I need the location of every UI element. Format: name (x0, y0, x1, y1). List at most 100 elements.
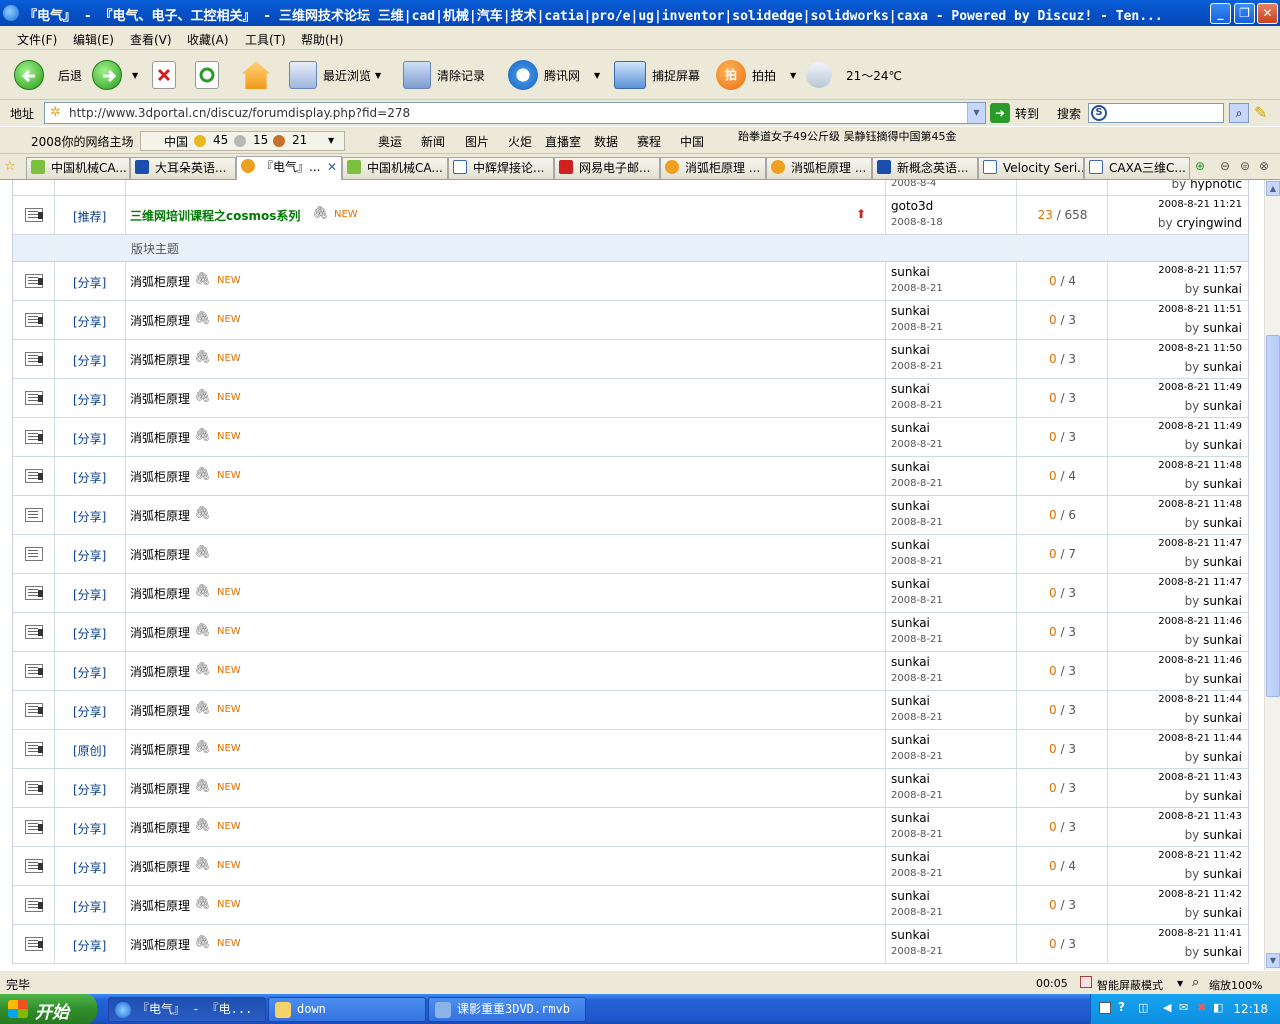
table-row[interactable]: [原创] 消弧柜原理 🖇 NEW sunkai 2008-8-21 0 / 3 2008-8-… (12, 730, 1249, 769)
thread-type[interactable]: [分享] (73, 898, 106, 915)
close-all-tabs-icon[interactable]: ⊗ (1259, 159, 1269, 173)
tray-app-icon[interactable] (1099, 1002, 1111, 1014)
new-tab-icon[interactable]: ⊕ (1195, 159, 1205, 173)
paipai-dropdown-icon[interactable]: ▼ (790, 71, 796, 80)
table-row[interactable]: [分享] 消弧柜原理 🖇 NEW sunkai 2008-8-21 0 / 4 2008-8-… (12, 847, 1249, 886)
tab-item[interactable]: 中国机械CA... (26, 157, 130, 179)
start-button[interactable]: 开始 (0, 994, 97, 1024)
last-post-by[interactable]: by sunkai (1185, 360, 1242, 374)
thread-subject-link[interactable]: 消弧柜原理 (130, 390, 190, 407)
last-post-by[interactable]: by sunkai (1185, 399, 1242, 413)
thread-subject-link[interactable]: 消弧柜原理 (130, 663, 190, 680)
weather-widget[interactable]: 21～24℃ (806, 58, 902, 92)
thread-type[interactable]: [原创] (73, 742, 106, 759)
thread-subject-link[interactable]: 消弧柜原理 (130, 585, 190, 602)
help-icon[interactable]: ? (1118, 1000, 1125, 1014)
link-news[interactable]: 新闻 (421, 133, 445, 150)
link-olympics[interactable]: 奥运 (378, 133, 402, 150)
author-name[interactable]: sunkai (891, 694, 930, 708)
author-name[interactable]: sunkai (891, 889, 930, 903)
author-name[interactable]: sunkai (891, 928, 930, 942)
thread-subject-link[interactable]: 消弧柜原理 (130, 273, 190, 290)
mail-icon[interactable]: ✉ (1179, 1001, 1188, 1014)
author-name[interactable]: sunkai (891, 421, 930, 435)
last-post-by[interactable]: by sunkai (1185, 282, 1242, 296)
author-name[interactable]: sunkai (891, 343, 930, 357)
tencent-dropdown-icon[interactable]: ▼ (594, 71, 600, 80)
table-row[interactable]: [分享] 消弧柜原理 🖇 NEW sunkai 2008-8-21 0 / 3 2008-8-… (12, 691, 1249, 730)
menu-edit[interactable]: 编辑(E) (73, 31, 114, 48)
thread-subject-link[interactable]: 消弧柜原理 (130, 507, 190, 524)
last-post-time[interactable]: 2008-8-21 11:41 (1158, 928, 1242, 939)
last-post-time[interactable]: 2008-8-21 11:49 (1158, 421, 1242, 432)
tab-item[interactable]: 消弧柜原理 ... (766, 157, 872, 179)
zoom-level[interactable]: 缩放100% (1209, 977, 1262, 993)
antivirus-icon[interactable]: ✖ (1197, 1001, 1206, 1014)
table-row[interactable]: [分享] 消弧柜原理 🖇 NEW sunkai 2008-8-21 0 / 3 2008-8-… (12, 769, 1249, 808)
thread-type[interactable]: [分享] (73, 859, 106, 876)
last-post-time[interactable]: 2008-8-21 11:50 (1158, 343, 1242, 354)
scroll-up-arrow-icon[interactable]: ▲ (1266, 181, 1280, 196)
table-row[interactable]: [分享] 消弧柜原理 🖇 NEW sunkai 2008-8-21 0 / 3 2008-8-… (12, 925, 1249, 964)
thread-type[interactable]: [分享] (73, 781, 106, 798)
thread-type[interactable]: [分享] (73, 352, 106, 369)
thread-subject-link[interactable]: 消弧柜原理 (130, 780, 190, 797)
link-data[interactable]: 数据 (594, 133, 618, 150)
thread-type[interactable]: [分享] (73, 469, 106, 486)
thread-subject-link[interactable]: 消弧柜原理 (130, 312, 190, 329)
table-row[interactable]: [分享] 消弧柜原理 🖇 NEW sunkai 2008-8-21 0 / 3 2008-8-… (12, 886, 1249, 925)
last-post-by[interactable]: by sunkai (1185, 906, 1242, 920)
thread-type[interactable]: [分享] (73, 625, 106, 642)
last-post-time[interactable]: 2008-8-21 11:47 (1158, 538, 1242, 549)
recent-browse-button[interactable]: 最近浏览 ▼ (289, 58, 381, 92)
thread-type[interactable]: [分享] (73, 703, 106, 720)
go-arrow-icon[interactable]: ➜ (990, 103, 1010, 123)
tab-item[interactable]: 消弧柜原理 ... (660, 157, 766, 179)
last-post-by[interactable]: by sunkai (1185, 321, 1242, 335)
forward-button[interactable]: ▼ (92, 58, 138, 92)
thread-subject-link[interactable]: 消弧柜原理 (130, 468, 190, 485)
taskbar-item-browser[interactable]: 『电气』 - 『电... (108, 997, 266, 1022)
last-post-by[interactable]: by sunkai (1185, 477, 1242, 491)
volume-icon[interactable]: ◧ (1213, 1001, 1223, 1014)
clear-history-button[interactable]: 清除记录 (403, 58, 485, 92)
last-post-time[interactable]: 2008-8-21 11:42 (1158, 889, 1242, 900)
thread-type[interactable]: [分享] (73, 313, 106, 330)
recent-dropdown-icon[interactable]: ▼ (375, 71, 381, 80)
thread-subject-link[interactable]: 三维网培训课程之cosmos系列 (130, 207, 300, 224)
table-row[interactable]: [分享] 消弧柜原理 🖇 sunkai 2008-8-21 0 / 7 2008-8-21 … (12, 535, 1249, 574)
last-post-by[interactable]: by sunkai (1185, 828, 1242, 842)
thread-type[interactable]: [分享] (73, 937, 106, 954)
last-post-by[interactable]: by sunkai (1185, 633, 1242, 647)
tray-expand-icon[interactable]: ◀ (1163, 1001, 1171, 1014)
last-post-by[interactable]: by sunkai (1185, 867, 1242, 881)
last-post-time[interactable]: 2008-8-21 11:43 (1158, 772, 1242, 783)
table-row[interactable]: [分享] 消弧柜原理 🖇 NEW sunkai 2008-8-21 0 / 3 2008-8-… (12, 301, 1249, 340)
table-row[interactable]: [分享] 消弧柜原理 🖇 NEW sunkai 2008-8-21 0 / 3 2008-8-… (12, 418, 1249, 457)
author-name[interactable]: sunkai (891, 460, 930, 474)
thread-subject-link[interactable]: 消弧柜原理 (130, 936, 190, 953)
last-post-time[interactable]: 2008-8-21 11:42 (1158, 850, 1242, 861)
thread-subject-link[interactable]: 消弧柜原理 (130, 819, 190, 836)
back-button[interactable]: 后退 (14, 58, 82, 92)
author-name[interactable]: sunkai (891, 265, 930, 279)
thread-type[interactable]: [分享] (73, 391, 106, 408)
menu-file[interactable]: 文件(F) (17, 31, 57, 48)
last-post-by[interactable]: by sunkai (1185, 750, 1242, 764)
search-input[interactable]: S (1088, 103, 1224, 123)
search-engine-icon[interactable]: S (1091, 105, 1107, 121)
maximize-button[interactable]: ❐ (1234, 3, 1255, 24)
last-post-time[interactable]: 2008-8-21 11:51 (1158, 304, 1242, 315)
table-row[interactable]: [分享] 消弧柜原理 🖇 NEW sunkai 2008-8-21 0 / 3 2008-8-… (12, 613, 1249, 652)
last-post-time[interactable]: 2008-8-21 11:48 (1158, 499, 1242, 510)
url-input[interactable]: ✲ http://www.3dportal.cn/discuz/forumdis… (44, 102, 986, 124)
menu-help[interactable]: 帮助(H) (301, 31, 343, 48)
thread-subject-link[interactable]: 消弧柜原理 (130, 351, 190, 368)
table-row-pinned[interactable]: [推荐] 三维网培训课程之cosmos系列 🖇 NEW ⬆ goto3d 2008… (12, 196, 1249, 235)
pen-icon[interactable]: ✎ (1254, 103, 1267, 122)
author-name[interactable]: sunkai (891, 304, 930, 318)
tab-item[interactable]: 新概念英语... (872, 157, 978, 179)
thread-subject-link[interactable]: 消弧柜原理 (130, 429, 190, 446)
author-name[interactable]: goto3d (891, 199, 933, 213)
author-name[interactable]: sunkai (891, 577, 930, 591)
